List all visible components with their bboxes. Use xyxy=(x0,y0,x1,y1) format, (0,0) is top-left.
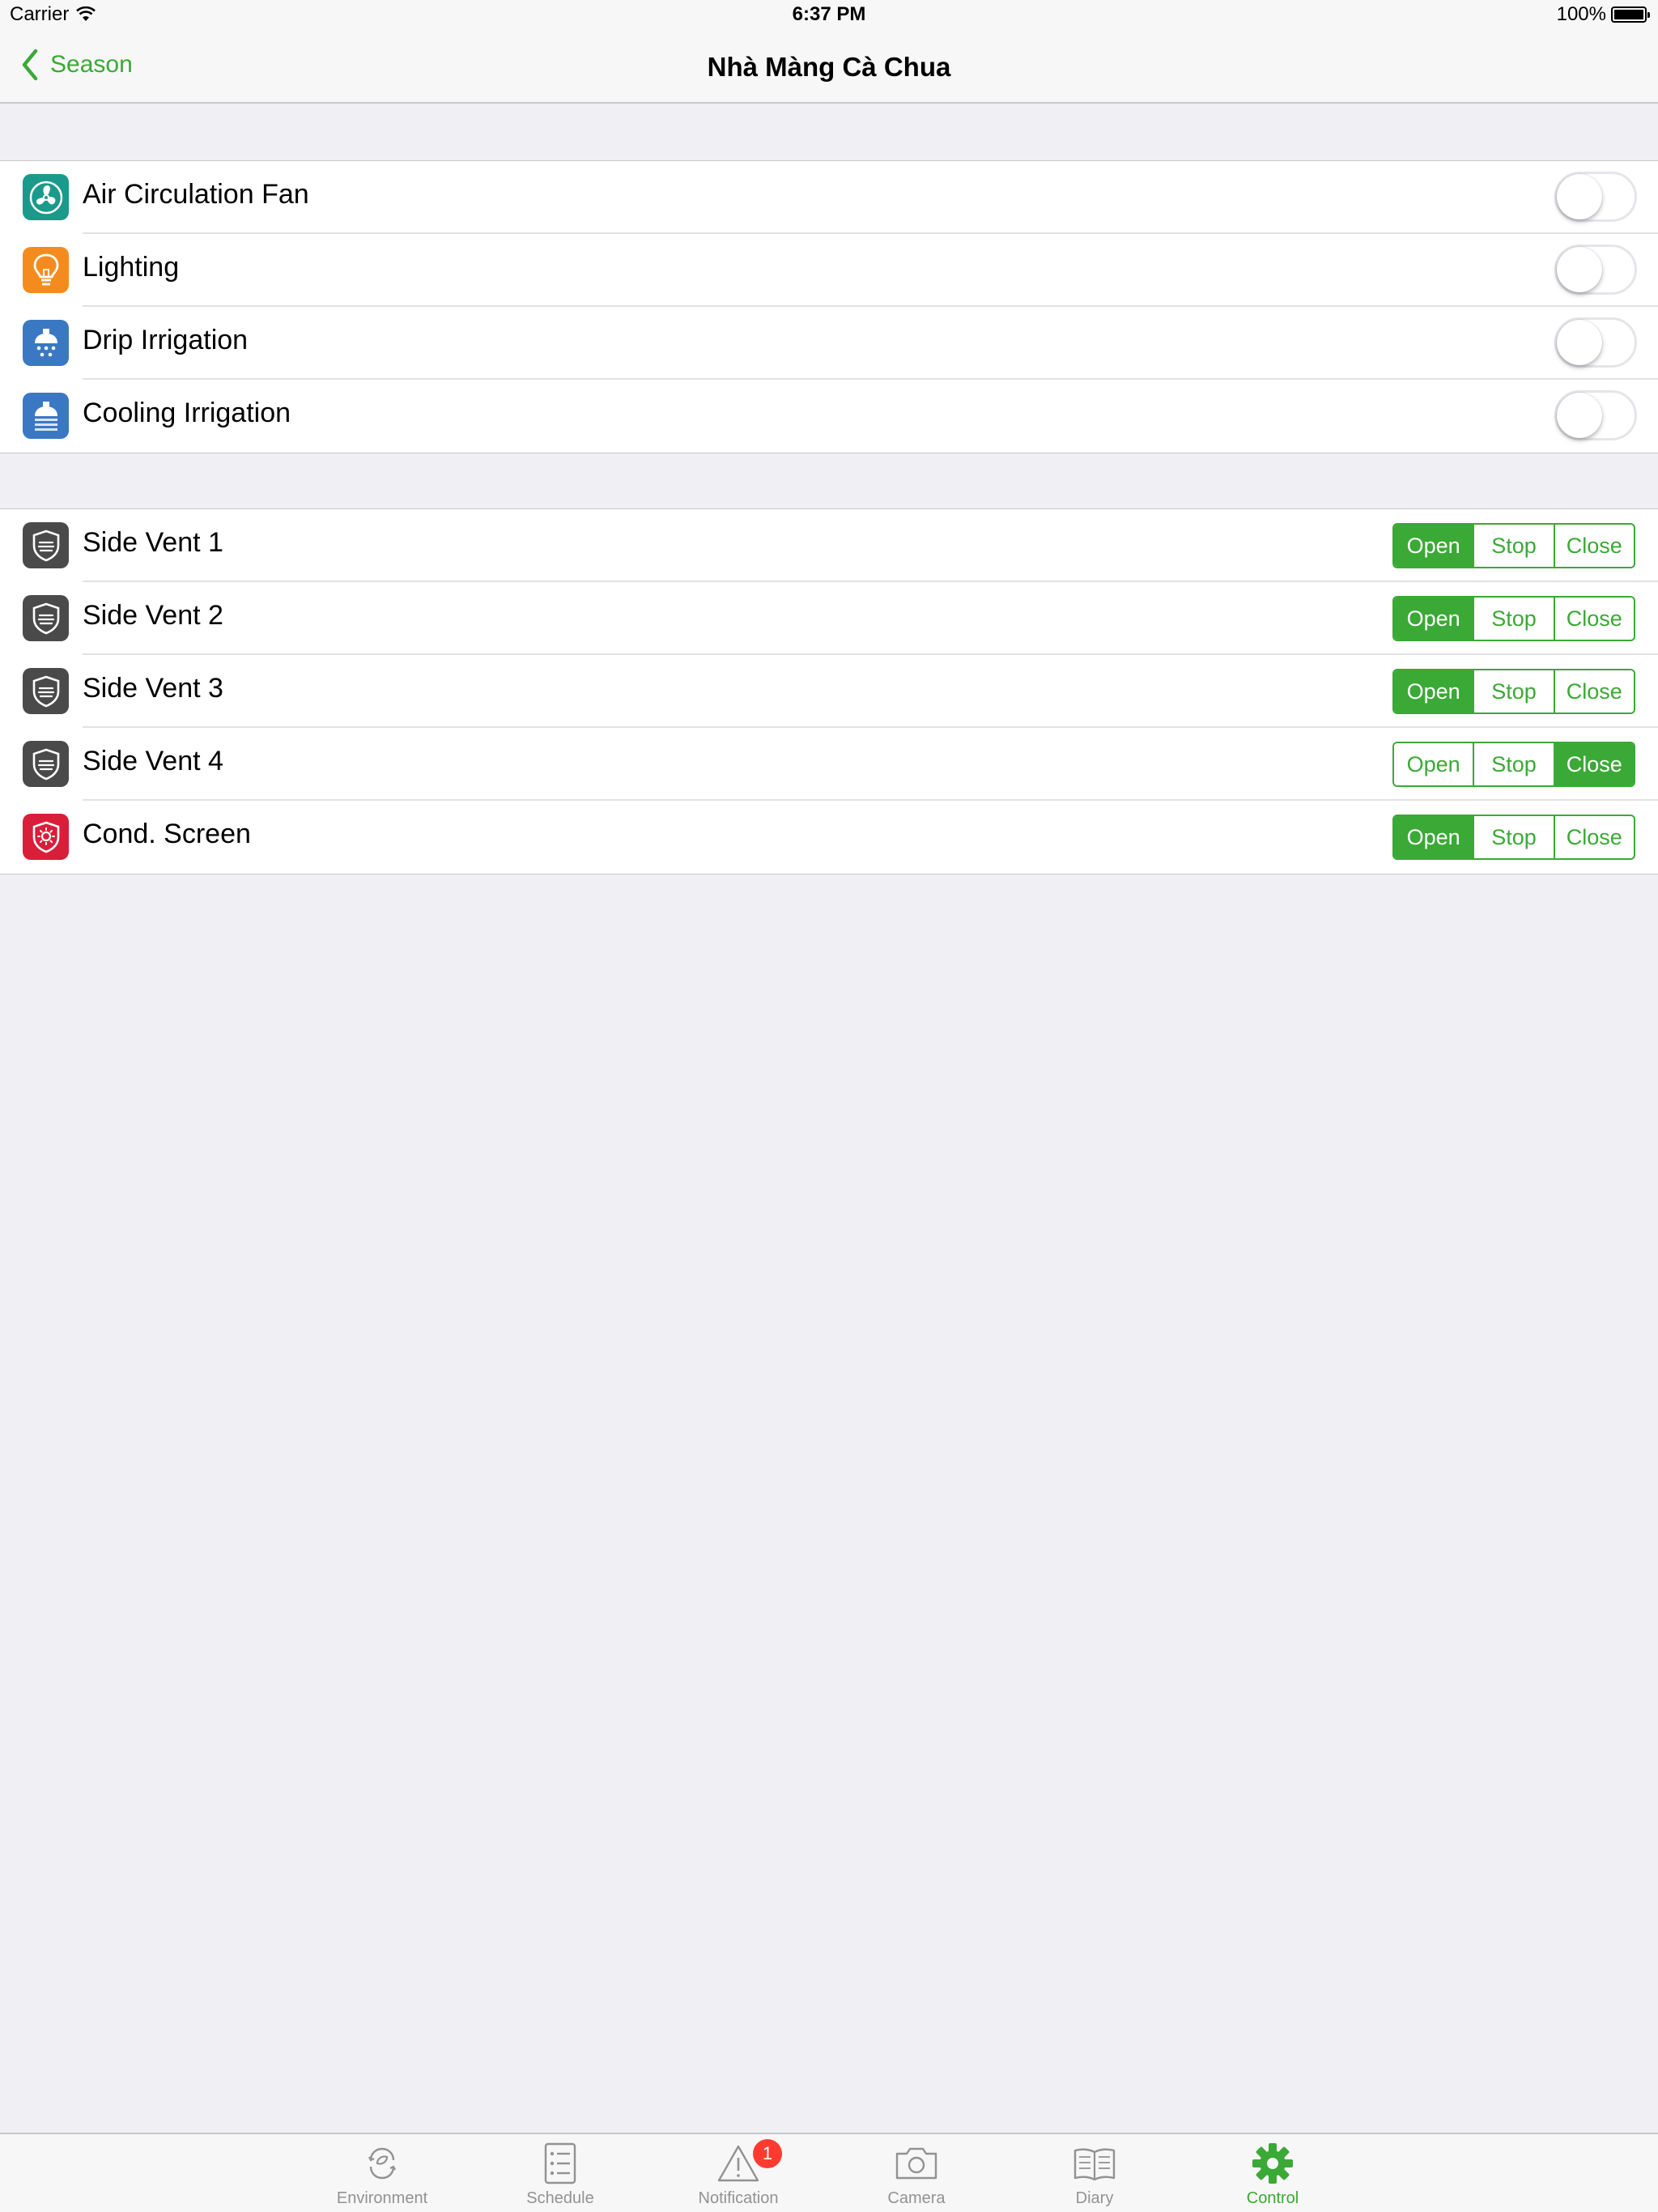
list-item-drip-irrigation: Drip Irrigation xyxy=(0,307,1658,380)
open-button[interactable]: Open xyxy=(1394,816,1473,858)
camera-icon xyxy=(892,2141,941,2186)
tab-label: Diary xyxy=(1075,2189,1114,2207)
screen-segmented-control[interactable]: Open Stop Close xyxy=(1392,815,1635,860)
stop-button[interactable]: Stop xyxy=(1473,670,1554,713)
close-button[interactable]: Close xyxy=(1553,598,1634,640)
list-item-air-circulation-fan: Air Circulation Fan xyxy=(0,161,1658,234)
stop-button[interactable]: Stop xyxy=(1473,598,1554,640)
stop-button[interactable]: Stop xyxy=(1473,525,1554,567)
tab-camera[interactable]: Camera xyxy=(835,2134,997,2212)
device-label: Drip Irrigation xyxy=(83,325,249,355)
vent-segmented-control[interactable]: Open Stop Close xyxy=(1392,596,1635,641)
battery-percent: 100% xyxy=(1556,3,1606,25)
cooling-irrigation-toggle[interactable] xyxy=(1554,390,1637,440)
list-item-cooling-irrigation: Cooling Irrigation xyxy=(0,380,1658,453)
tab-label: Camera xyxy=(887,2189,946,2207)
open-button[interactable]: Open xyxy=(1394,670,1473,713)
device-label: Side Vent 1 xyxy=(83,527,223,558)
list-item-side-vent-2: Side Vent 2 Open Stop Close xyxy=(0,582,1658,655)
schedule-icon xyxy=(536,2141,585,2186)
vent-icon xyxy=(23,522,69,568)
close-button[interactable]: Close xyxy=(1553,670,1634,713)
screen-icon xyxy=(23,814,69,860)
vent-icon xyxy=(23,595,69,641)
tab-schedule[interactable]: Schedule xyxy=(479,2134,641,2212)
close-button[interactable]: Close xyxy=(1553,816,1634,858)
device-label: Cond. Screen xyxy=(83,819,251,849)
close-button[interactable]: Close xyxy=(1553,525,1634,567)
battery-indicator: 100% xyxy=(1556,3,1650,26)
tab-bar: Environment Schedule 1 Notification Came… xyxy=(0,2133,1658,2212)
device-label: Cooling Irrigation xyxy=(83,398,291,428)
open-button[interactable]: Open xyxy=(1394,598,1473,640)
close-button[interactable]: Close xyxy=(1553,743,1634,785)
tab-environment[interactable]: Environment xyxy=(301,2134,463,2212)
device-label: Air Circulation Fan xyxy=(83,179,309,210)
stop-button[interactable]: Stop xyxy=(1473,816,1554,858)
tab-diary[interactable]: Diary xyxy=(1014,2134,1175,2212)
environment-icon xyxy=(358,2141,406,2186)
device-label: Lighting xyxy=(83,252,180,283)
drip-irrigation-icon xyxy=(23,320,69,366)
device-switch-list: Air Circulation Fan Lighting Drip Irriga xyxy=(0,160,1658,453)
list-item-side-vent-3: Side Vent 3 Open Stop Close xyxy=(0,655,1658,728)
drip-irrigation-toggle[interactable] xyxy=(1554,317,1637,368)
tab-label: Environment xyxy=(336,2189,428,2207)
list-item-lighting: Lighting xyxy=(0,234,1658,307)
stop-button[interactable]: Stop xyxy=(1473,743,1554,785)
list-item-side-vent-1: Side Vent 1 Open Stop Close xyxy=(0,509,1658,582)
tab-label: Schedule xyxy=(526,2189,594,2207)
device-label: Side Vent 2 xyxy=(83,600,223,631)
list-item-side-vent-4: Side Vent 4 Open Stop Close xyxy=(0,728,1658,801)
open-button[interactable]: Open xyxy=(1394,525,1473,567)
lighting-toggle[interactable] xyxy=(1554,245,1637,295)
tab-label: Control xyxy=(1246,2189,1299,2207)
device-label: Side Vent 4 xyxy=(83,746,223,776)
cooling-irrigation-icon xyxy=(23,393,69,439)
tab-label: Notification xyxy=(698,2189,779,2207)
fan-icon xyxy=(23,174,69,220)
page-title: Nhà Màng Cà Chua xyxy=(707,52,951,82)
status-bar: Carrier 6:37 PM 100% xyxy=(0,0,1658,32)
fan-toggle[interactable] xyxy=(1554,172,1637,222)
device-label: Side Vent 3 xyxy=(83,673,223,704)
notification-badge: 1 xyxy=(753,2139,782,2168)
vent-segmented-control[interactable]: Open Stop Close xyxy=(1392,669,1635,714)
status-time: 6:37 PM xyxy=(792,3,866,25)
open-button[interactable]: Open xyxy=(1394,743,1473,785)
tab-control[interactable]: Control xyxy=(1192,2134,1354,2212)
vent-icon xyxy=(23,741,69,787)
list-item-cond-screen: Cond. Screen Open Stop Close xyxy=(0,801,1658,874)
tab-notification[interactable]: 1 Notification xyxy=(657,2134,819,2212)
gear-icon xyxy=(1248,2141,1297,2186)
navigation-bar: Season Nhà Màng Cà Chua xyxy=(0,32,1658,104)
vent-icon xyxy=(23,668,69,714)
diary-icon xyxy=(1070,2141,1119,2186)
vent-segmented-control[interactable]: Open Stop Close xyxy=(1392,742,1635,787)
bulb-icon xyxy=(23,247,69,293)
vent-segmented-control[interactable]: Open Stop Close xyxy=(1392,523,1635,568)
vent-control-list: Side Vent 1 Open Stop Close Side Vent 2 … xyxy=(0,508,1658,874)
battery-icon xyxy=(1611,6,1650,23)
